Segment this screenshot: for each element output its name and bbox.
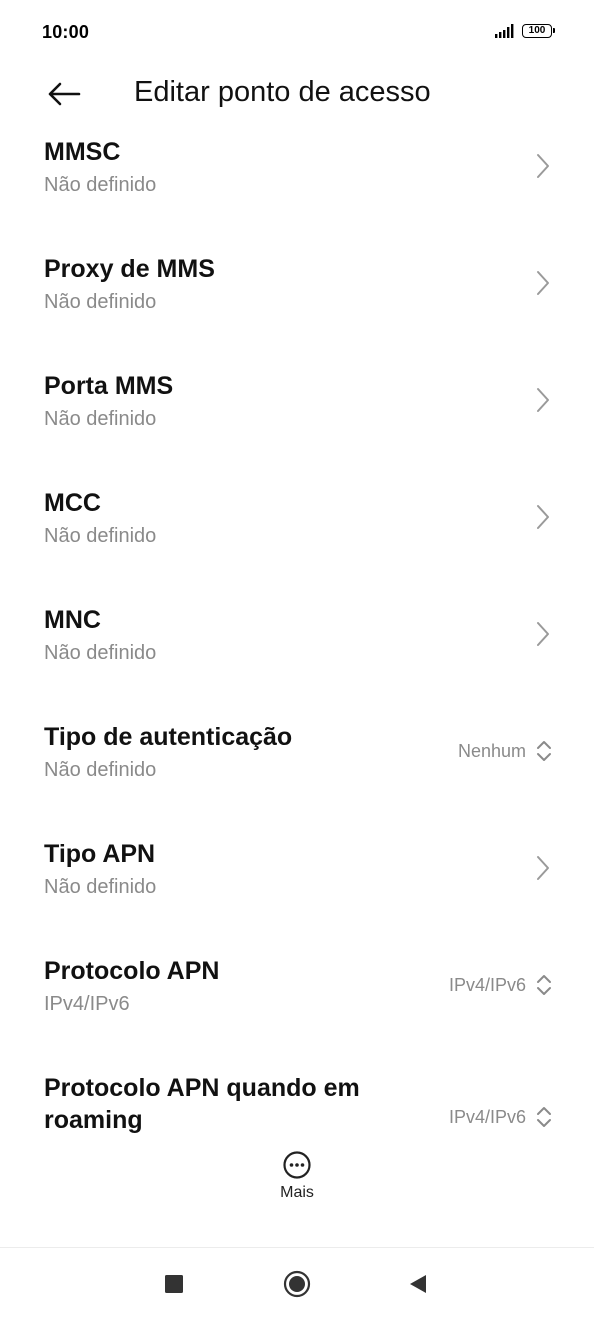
back-button[interactable] bbox=[40, 74, 88, 114]
setting-title-line2: roaming bbox=[44, 1106, 143, 1134]
dropdown-value: Nenhum bbox=[457, 740, 526, 761]
setting-row-tipo-apn[interactable]: Tipo APN Não definido bbox=[0, 826, 594, 943]
setting-subtitle: Não definido bbox=[44, 642, 157, 664]
setting-title: MCC bbox=[44, 489, 101, 517]
status-bar: 10:00 100 bbox=[0, 0, 594, 66]
setting-row-tipo-autenticacao[interactable]: Tipo de autenticação Não definido Nenhum bbox=[0, 709, 594, 826]
setting-subtitle: IPv4/IPv6 bbox=[44, 993, 130, 1015]
chevron-up-down-icon bbox=[537, 975, 551, 995]
home-icon bbox=[283, 1270, 311, 1298]
chevron-right-icon bbox=[537, 388, 549, 412]
chevron-up-down-icon bbox=[537, 741, 551, 761]
app-header: Editar ponto de acesso bbox=[0, 66, 594, 124]
setting-title-line1: Protocolo APN quando em bbox=[44, 1074, 360, 1102]
chevron-right-icon bbox=[537, 271, 549, 295]
dropdown-control[interactable]: Nenhum bbox=[458, 738, 552, 764]
chevron-right-icon bbox=[537, 856, 549, 880]
dropdown-value: IPv4/IPv6 bbox=[448, 1106, 526, 1127]
status-icons: 100 bbox=[494, 24, 555, 38]
recent-apps-button[interactable] bbox=[156, 1266, 192, 1302]
navigation-bar bbox=[0, 1248, 594, 1320]
more-button[interactable]: Mais bbox=[0, 1150, 594, 1230]
battery-icon: 100 bbox=[522, 24, 555, 38]
back-nav-button[interactable] bbox=[400, 1266, 436, 1302]
setting-row-mnc[interactable]: MNC Não definido bbox=[0, 592, 594, 709]
more-label: Mais bbox=[280, 1184, 314, 1201]
setting-subtitle: Não definido bbox=[44, 525, 157, 547]
setting-subtitle: Não definido bbox=[44, 408, 157, 430]
setting-row-porta-mms[interactable]: Porta MMS Não definido bbox=[0, 358, 594, 475]
chevron-up-down-icon bbox=[537, 1107, 551, 1127]
screen: 10:00 100 Editar ponto de acesso MMSC Nã… bbox=[0, 0, 594, 1320]
setting-subtitle: Não definido bbox=[44, 876, 157, 898]
more-dots-icon bbox=[283, 1151, 311, 1179]
signal-icon bbox=[495, 24, 514, 38]
dropdown-value: IPv4/IPv6 bbox=[448, 974, 526, 995]
setting-subtitle: Não definido bbox=[44, 291, 157, 313]
chevron-right-icon bbox=[537, 622, 549, 646]
setting-row-proxy-mms[interactable]: Proxy de MMS Não definido bbox=[0, 241, 594, 358]
setting-title: MMSC bbox=[44, 138, 121, 166]
status-time: 10:00 bbox=[42, 22, 90, 42]
setting-title: Porta MMS bbox=[44, 372, 174, 400]
chevron-right-icon bbox=[537, 505, 549, 529]
setting-title: MNC bbox=[44, 606, 101, 634]
page-title: Editar ponto de acesso bbox=[134, 76, 431, 108]
dropdown-control[interactable]: IPv4/IPv6 bbox=[449, 1104, 552, 1130]
chevron-right-icon bbox=[537, 154, 549, 178]
setting-title: Protocolo APN bbox=[44, 957, 220, 985]
dropdown-control[interactable]: IPv4/IPv6 bbox=[449, 972, 552, 998]
home-button[interactable] bbox=[279, 1266, 315, 1302]
setting-row-mcc[interactable]: MCC Não definido bbox=[0, 475, 594, 592]
setting-row-mmsc[interactable]: MMSC Não definido bbox=[0, 124, 594, 241]
back-triangle-icon bbox=[410, 1275, 426, 1293]
setting-title: Proxy de MMS bbox=[44, 255, 215, 283]
arrow-left-icon bbox=[48, 82, 81, 106]
recent-apps-icon bbox=[165, 1275, 183, 1293]
setting-title: Tipo de autenticação bbox=[44, 723, 293, 751]
setting-subtitle: Não definido bbox=[44, 174, 157, 196]
battery-level: 100 bbox=[528, 25, 546, 36]
setting-title: Tipo APN bbox=[44, 840, 156, 868]
setting-subtitle: Não definido bbox=[44, 759, 157, 781]
setting-row-protocolo-apn[interactable]: Protocolo APN IPv4/IPv6 IPv4/IPv6 bbox=[0, 943, 594, 1060]
